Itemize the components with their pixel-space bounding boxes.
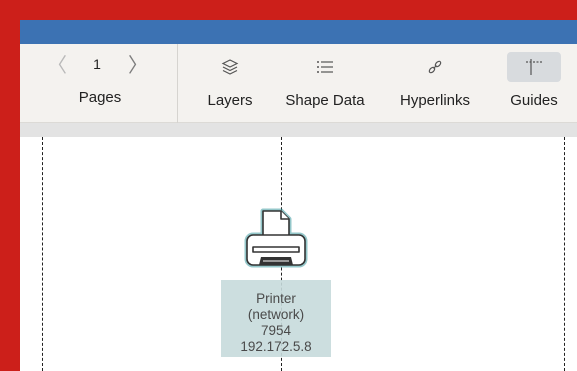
drawing-canvas[interactable]: Printer (network) 7954 192.172.5.8 <box>20 137 577 371</box>
pages-label: Pages <box>78 89 122 106</box>
hyperlinks-button[interactable]: Hyperlinks <box>389 44 481 123</box>
previous-page-button[interactable]: 〈 <box>45 54 69 78</box>
shape-data-button[interactable]: Shape Data <box>276 44 374 123</box>
link-icon <box>428 60 442 74</box>
vertical-guide-right[interactable] <box>564 137 565 371</box>
page-navigator: 〈 1 〉 Pages <box>20 44 178 123</box>
hyperlinks-label: Hyperlinks <box>399 92 471 109</box>
shape-label-line: (network) <box>247 307 305 322</box>
printer-icon <box>244 208 308 268</box>
next-page-button[interactable]: 〉 <box>126 54 150 78</box>
printer-shape[interactable]: Printer (network) 7954 192.172.5.8 <box>221 191 331 361</box>
guides-label: Guides <box>510 92 558 109</box>
shape-label-line: 7954 <box>260 323 292 338</box>
shape-label-line: 192.172.5.8 <box>240 339 312 354</box>
window-frame: 〈 1 〉 Pages Layers Shape Data Hyperlinks… <box>0 0 577 371</box>
ruler-bar <box>20 123 577 137</box>
layers-button[interactable]: Layers <box>190 44 270 123</box>
toolbar: 〈 1 〉 Pages Layers Shape Data Hyperlinks… <box>20 44 577 123</box>
list-icon <box>317 61 333 73</box>
layers-icon <box>221 59 239 75</box>
vertical-guide-left[interactable] <box>42 137 43 371</box>
guides-icon <box>526 59 543 75</box>
guides-button[interactable]: Guides <box>494 44 574 123</box>
app-window: 〈 1 〉 Pages Layers Shape Data Hyperlinks… <box>20 20 577 371</box>
title-bar <box>20 20 577 44</box>
page-number: 1 <box>93 56 101 72</box>
layers-label: Layers <box>207 92 253 109</box>
shape-label-line: Printer <box>256 291 296 306</box>
shape-data-label: Shape Data <box>285 92 365 109</box>
